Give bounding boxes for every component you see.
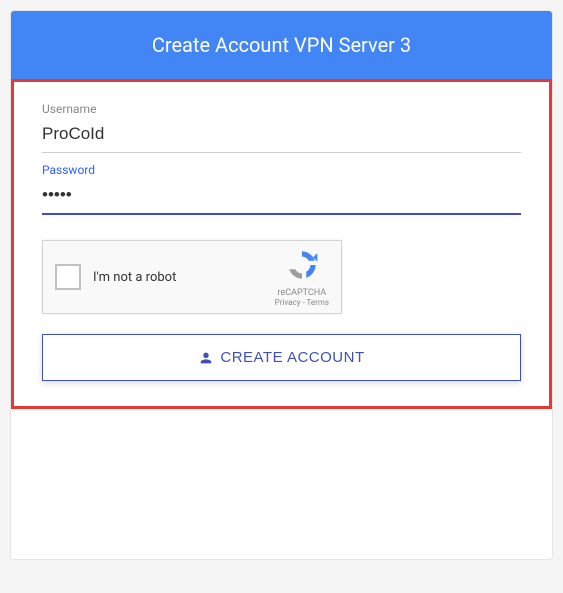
header-title: Create Account VPN Server 3 (152, 33, 411, 57)
password-label: Password (42, 163, 521, 177)
create-account-button[interactable]: CREATE ACCOUNT (42, 334, 521, 381)
account-card: Create Account VPN Server 3 Username Pas… (10, 10, 553, 560)
username-label: Username (42, 102, 521, 116)
username-input[interactable] (42, 120, 521, 153)
recaptcha-text: I'm not a robot (93, 270, 275, 285)
password-field: Password (42, 163, 521, 215)
recaptcha-checkbox[interactable] (55, 264, 81, 290)
recaptcha-icon (285, 248, 319, 282)
card-header: Create Account VPN Server 3 (11, 11, 552, 79)
recaptcha-links[interactable]: Privacy - Terms (275, 298, 329, 307)
recaptcha-brand: reCAPTCHA (275, 288, 329, 298)
create-account-label: CREATE ACCOUNT (220, 349, 364, 366)
recaptcha-branding: reCAPTCHA Privacy - Terms (275, 248, 329, 307)
card-body: Username Password I'm not a robot (11, 79, 552, 559)
user-icon (198, 350, 214, 366)
username-field: Username (42, 102, 521, 153)
password-input[interactable] (42, 181, 521, 215)
recaptcha-widget: I'm not a robot reCAPTCHA Privacy - Term… (42, 240, 342, 314)
form-area: Username Password I'm not a robot (11, 79, 552, 409)
